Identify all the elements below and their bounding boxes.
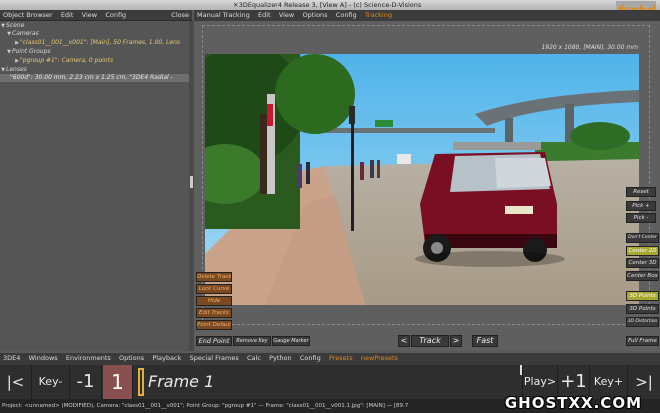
reset-button[interactable]: Reset <box>626 187 656 197</box>
menu-config[interactable]: Config <box>102 10 129 21</box>
menu-new-presets[interactable]: newPresets <box>358 353 401 364</box>
menu-options[interactable]: Options <box>299 10 330 21</box>
key-minus-button[interactable]: Key- <box>32 365 70 399</box>
frame-number-box[interactable]: 1 <box>103 365 133 399</box>
delete-track-button[interactable]: Delete Track <box>196 272 232 282</box>
center-2d-button[interactable]: Center 2D <box>626 246 659 256</box>
3d-distortion-button[interactable]: 3D Distortion <box>626 317 659 327</box>
menu-object-browser[interactable]: Object Browser <box>0 10 56 21</box>
menu-special-frames[interactable]: Special Frames <box>187 353 242 364</box>
track-button[interactable]: Track <box>411 335 449 347</box>
fast-button[interactable]: Fast <box>472 335 498 347</box>
viewport-menubar: Manual Tracking Edit View Options Config… <box>194 10 660 21</box>
menu-presets[interactable]: Presets <box>326 353 356 364</box>
splitter-handle-icon[interactable] <box>190 176 193 188</box>
menu-calc[interactable]: Calc <box>244 353 264 364</box>
tree-pointgroup-item[interactable]: ▶"pgroup #1": Camera, 0 points <box>0 57 189 65</box>
menu-3de4[interactable]: 3DE4 <box>0 353 23 364</box>
window-title: 3DEqualizer4 Release 3, [View A] - (c) S… <box>238 1 422 9</box>
menu-edit[interactable]: Edit <box>255 10 274 21</box>
menu-close[interactable]: Close <box>168 10 192 21</box>
tree-scene[interactable]: ▼Scene <box>0 22 189 30</box>
object-browser-panel: ▼Scene ▼Cameras ▶"class01__001__v001": [… <box>0 21 189 351</box>
menu-config[interactable]: Config <box>333 10 360 21</box>
center-box-button[interactable]: Center Box <box>626 271 659 281</box>
menu-environments[interactable]: Environments <box>63 353 114 364</box>
watermark: GHOSTXX.COM <box>504 394 642 412</box>
menu-python[interactable]: Python <box>266 353 295 364</box>
pick-minus-button[interactable]: Pick - <box>626 213 656 223</box>
tree-lens-item[interactable]: "600d": 30.00 mm, 2.23 cm x 1.25 cm, "3D… <box>0 74 189 82</box>
tree-lenses[interactable]: ▼Lenses <box>0 66 189 74</box>
close-icon[interactable]: ✕ <box>233 0 238 10</box>
track-forward-button[interactable]: > <box>450 335 462 347</box>
street-scene-image <box>205 54 639 305</box>
menu-playback[interactable]: Playback <box>149 353 184 364</box>
center-3d-button[interactable]: Center 3D <box>626 258 659 268</box>
track-backward-button[interactable]: < <box>398 335 410 347</box>
tree-point-groups[interactable]: ▼Point Groups <box>0 48 189 56</box>
menu-config[interactable]: Config <box>297 353 324 364</box>
tree-camera-item[interactable]: ▶"class01__001__v001": [Main], 50 Frames… <box>0 39 189 47</box>
frame-label: Frame 1 <box>148 372 215 391</box>
menu-options[interactable]: Options <box>116 353 147 364</box>
first-frame-button[interactable]: |< <box>0 365 32 399</box>
remove-key-button[interactable]: Remove Key <box>233 336 271 346</box>
menu-windows[interactable]: Windows <box>26 353 61 364</box>
3d-points-button[interactable]: 3D Points <box>626 304 659 314</box>
edit-tracks-button[interactable]: Edit Tracks <box>196 308 232 318</box>
menu-view[interactable]: View <box>79 10 100 21</box>
menu-tracking[interactable]: Tracking <box>362 10 395 21</box>
current-frame-marker <box>138 368 144 396</box>
dont-center-button[interactable]: Don't Center <box>626 233 659 243</box>
gauge-marker-button[interactable]: Gauge Marker <box>272 336 310 346</box>
object-browser-menubar: Object Browser Edit View Config Close <box>0 10 192 21</box>
tree-cameras[interactable]: ▼Cameras <box>0 30 189 38</box>
end-point-button[interactable]: End Point <box>196 336 232 346</box>
menu-manual-tracking[interactable]: Manual Tracking <box>194 10 253 21</box>
minus-one-button[interactable]: -1 <box>70 365 102 399</box>
menu-edit[interactable]: Edit <box>58 10 77 21</box>
full-frame-button[interactable]: Full Frame <box>626 336 659 346</box>
menu-view[interactable]: View <box>276 10 297 21</box>
main-menubar: 3DE4 Windows Environments Options Playba… <box>0 353 660 365</box>
window-title-bar: ✕ 3DEqualizer4 Release 3, [View A] - (c)… <box>0 0 660 10</box>
footage-frame[interactable] <box>205 54 639 305</box>
pick-plus-button[interactable]: Pick + <box>626 201 656 211</box>
lock-curve-button[interactable]: Lock Curve <box>196 284 232 294</box>
hide-button[interactable]: Hide <box>196 296 232 306</box>
3d-points-toggle[interactable]: 3D Points <box>626 291 659 301</box>
image-info: 1920 x 1080, [MAIN], 30.00 mm <box>541 44 638 51</box>
point-defaults-button[interactable]: Point Defaults <box>196 320 232 330</box>
